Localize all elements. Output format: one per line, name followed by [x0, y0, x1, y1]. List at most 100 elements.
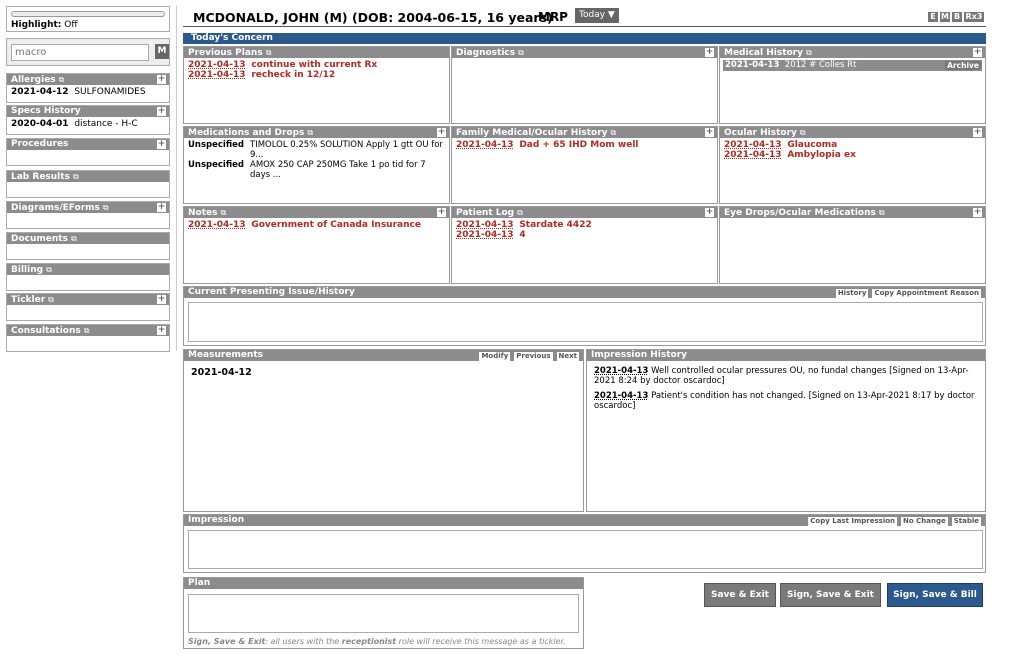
add-family-history-icon[interactable]: +: [705, 128, 714, 137]
plan-date[interactable]: 2021-04-13: [188, 60, 246, 70]
todays-concern-title: Today's Concern: [191, 33, 273, 43]
e-button[interactable]: E: [928, 12, 938, 22]
add-ocular-history-icon[interactable]: +: [973, 128, 982, 137]
modify-button[interactable]: Modify: [478, 351, 512, 361]
macro-button[interactable]: M: [155, 44, 169, 59]
specs-text[interactable]: distance - H-C: [74, 119, 137, 129]
allergies-title[interactable]: Allergies: [11, 75, 56, 85]
stable-button[interactable]: Stable: [950, 516, 982, 526]
family-history-date[interactable]: 2021-04-13: [456, 140, 514, 150]
popout-icon[interactable]: ⧉: [517, 208, 523, 217]
copy-appointment-reason-button[interactable]: Copy Appointment Reason: [871, 288, 982, 298]
log-date[interactable]: 2021-04-13: [456, 230, 514, 240]
add-log-icon[interactable]: +: [705, 208, 714, 217]
popout-icon[interactable]: ⧉: [266, 48, 272, 57]
popout-icon[interactable]: ⧉: [71, 234, 77, 243]
m-button[interactable]: M: [940, 12, 950, 22]
impression-title: Impression: [188, 515, 245, 525]
next-button[interactable]: Next: [555, 351, 580, 361]
sign-save-bill-button[interactable]: Sign, Save & Bill: [887, 583, 983, 607]
b-button[interactable]: B: [952, 12, 962, 22]
add-note-icon[interactable]: +: [437, 208, 446, 217]
popout-icon[interactable]: ⧉: [48, 295, 54, 304]
popout-icon[interactable]: ⧉: [84, 326, 90, 335]
popout-icon[interactable]: ⧉: [806, 48, 812, 57]
highlight-slider[interactable]: [11, 11, 165, 17]
family-history-text[interactable]: Dad + 65 IHD Mom well: [519, 140, 638, 150]
previous-plans-title[interactable]: Previous Plans: [188, 48, 263, 58]
add-medication-icon[interactable]: +: [437, 128, 446, 137]
documents-title[interactable]: Documents: [11, 234, 68, 244]
impression-entry: 2021-04-13 Well controlled ocular pressu…: [594, 366, 978, 386]
no-change-button[interactable]: No Change: [900, 516, 949, 526]
add-eye-drop-icon[interactable]: +: [973, 208, 982, 217]
medication-text[interactable]: AMOX 250 CAP 250MG Take 1 po tid for 7 d…: [250, 160, 445, 180]
popout-icon[interactable]: ⧉: [73, 172, 79, 181]
log-date[interactable]: 2021-04-13: [456, 220, 514, 230]
add-tickler-icon[interactable]: +: [157, 295, 166, 304]
popout-icon[interactable]: ⧉: [800, 128, 806, 137]
ocular-history-date[interactable]: 2021-04-13: [724, 150, 782, 160]
specs-title[interactable]: Specs History: [11, 106, 81, 116]
rx-button[interactable]: Rx3: [964, 12, 984, 22]
add-allergy-icon[interactable]: +: [157, 75, 166, 84]
add-procedure-icon[interactable]: +: [157, 140, 166, 149]
today-dropdown[interactable]: Today ▼: [575, 8, 619, 23]
medical-history-title[interactable]: Medical History: [724, 48, 803, 58]
impression-textarea[interactable]: [188, 530, 983, 569]
add-diagram-icon[interactable]: +: [157, 203, 166, 212]
popout-icon[interactable]: ⧉: [611, 128, 617, 137]
popout-icon[interactable]: ⧉: [59, 75, 65, 84]
popout-icon[interactable]: ⧉: [220, 208, 226, 217]
popout-icon[interactable]: ⧉: [307, 128, 313, 137]
diagrams-title[interactable]: Diagrams/EForms: [11, 203, 100, 213]
ocular-history-date[interactable]: 2021-04-13: [724, 140, 782, 150]
plan-text[interactable]: recheck in 12/12: [251, 70, 335, 80]
lab-results-title[interactable]: Lab Results: [11, 172, 70, 182]
allergy-text[interactable]: SULFONAMIDES: [74, 87, 145, 97]
previous-button[interactable]: Previous: [513, 351, 554, 361]
medication-text[interactable]: TIMOLOL 0.25% SOLUTION Apply 1 gtt OU fo…: [250, 140, 445, 160]
add-consultation-icon[interactable]: +: [157, 326, 166, 335]
presenting-issue-textarea[interactable]: [188, 302, 983, 342]
save-exit-button[interactable]: Save & Exit: [704, 583, 776, 607]
add-medical-history-icon[interactable]: +: [973, 48, 982, 57]
log-text[interactable]: 4: [519, 230, 525, 240]
ocular-history-title[interactable]: Ocular History: [724, 128, 797, 138]
add-diagnostic-icon[interactable]: +: [705, 48, 714, 57]
add-specs-icon[interactable]: +: [157, 107, 166, 116]
medical-history-text[interactable]: 2012 # Colles Rt: [785, 60, 857, 70]
measurement-date: 2021-04-12: [191, 367, 252, 378]
plan-date[interactable]: 2021-04-13: [188, 70, 246, 80]
notes-title[interactable]: Notes: [188, 208, 217, 218]
impression-entry-date[interactable]: 2021-04-13: [594, 391, 648, 401]
eye-drops-title[interactable]: Eye Drops/Ocular Medications: [724, 208, 876, 218]
consultations-title[interactable]: Consultations: [11, 326, 81, 336]
procedures-title[interactable]: Procedures: [11, 139, 68, 149]
tickler-title[interactable]: Tickler: [11, 295, 45, 305]
sign-save-exit-button[interactable]: Sign, Save & Exit: [780, 583, 881, 607]
note-text[interactable]: Government of Canada Insurance: [251, 220, 421, 230]
popout-icon[interactable]: ⧉: [879, 208, 885, 217]
diagnostics-title[interactable]: Diagnostics: [456, 48, 515, 58]
popout-icon[interactable]: ⧉: [46, 265, 52, 274]
plan-textarea[interactable]: [188, 594, 579, 633]
patient-name[interactable]: MCDONALD, JOHN (M) (DOB: 2004-06-15, 16 …: [193, 10, 553, 25]
impression-entry-date[interactable]: 2021-04-13: [594, 366, 648, 376]
note-date[interactable]: 2021-04-13: [188, 220, 246, 230]
copy-last-impression-button[interactable]: Copy Last Impression: [807, 516, 899, 526]
popout-icon[interactable]: ⧉: [518, 48, 524, 57]
macro-input[interactable]: [11, 44, 149, 61]
log-text[interactable]: Stardate 4422: [519, 220, 591, 230]
history-button[interactable]: History: [834, 288, 870, 298]
ocular-history-text[interactable]: Glaucoma: [787, 140, 837, 150]
popout-icon[interactable]: ⧉: [103, 203, 109, 212]
family-history-title[interactable]: Family Medical/Ocular History: [456, 128, 608, 138]
patient-log-title[interactable]: Patient Log: [456, 208, 514, 218]
billing-title[interactable]: Billing: [11, 265, 43, 275]
plan-text[interactable]: continue with current Rx: [251, 60, 377, 70]
plan-note-role: receptionist: [341, 637, 397, 646]
archive-button[interactable]: Archive: [945, 61, 981, 70]
ocular-history-text[interactable]: Ambylopia ex: [787, 150, 856, 160]
medications-title[interactable]: Medications and Drops: [188, 128, 304, 138]
